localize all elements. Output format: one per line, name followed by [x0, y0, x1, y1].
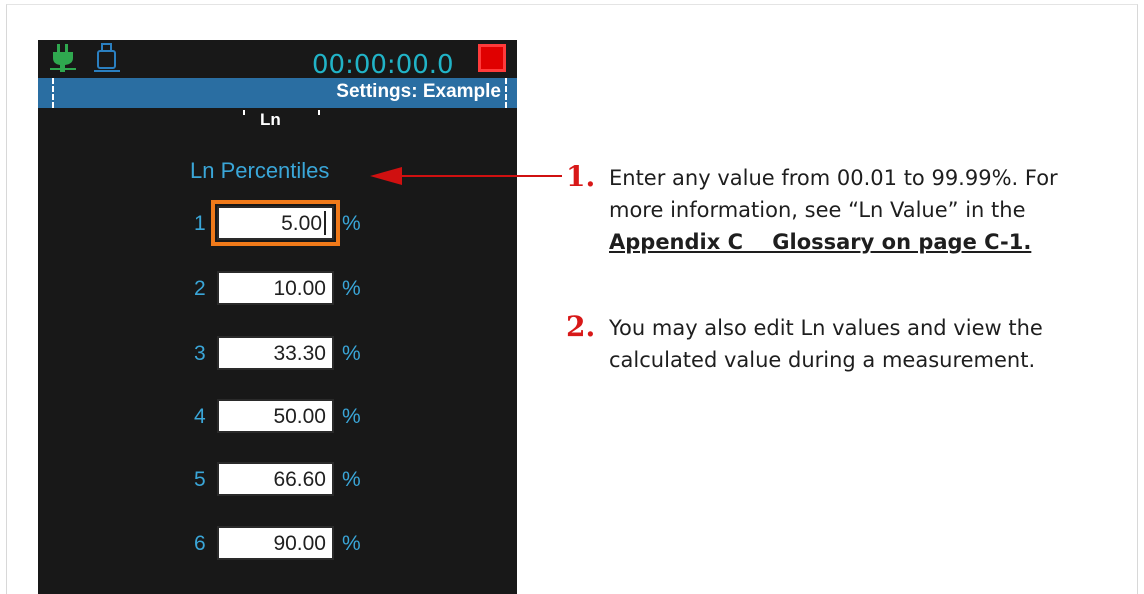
callout-text: Enter any value from 00.01 to 99.99%. Fo…	[609, 162, 1139, 258]
row-index: 4	[194, 405, 206, 428]
device-screen: 00:00:00.0 Settings: Example Ln Ln Perce…	[38, 40, 517, 594]
percentile-row: 2 10.00 %	[38, 269, 517, 309]
title-bar: Settings: Example	[38, 78, 517, 108]
percentile-row: 5 66.60 %	[38, 460, 517, 500]
percentile-input[interactable]: 33.30	[217, 336, 334, 370]
row-index: 2	[194, 277, 206, 300]
percent-unit: %	[342, 405, 361, 428]
callout-text: You may also edit Ln values and view the…	[609, 312, 1139, 376]
percentile-input[interactable]: 10.00	[217, 271, 334, 305]
percentile-input[interactable]: 66.60	[217, 462, 334, 496]
text-cursor	[324, 210, 326, 235]
status-bar: 00:00:00.0	[38, 40, 517, 80]
percentile-row: 3 33.30 %	[38, 334, 517, 374]
callout-line: more information, see “Ln Value” in the	[609, 198, 1026, 222]
percentile-row: 1 5.00 %	[38, 200, 517, 246]
page-title: Settings: Example	[336, 81, 501, 102]
percent-unit: %	[342, 342, 361, 365]
row-index: 5	[194, 468, 206, 491]
tab-tick-right	[318, 110, 320, 115]
tab-row: Ln	[38, 108, 517, 134]
callout-number: 1.	[566, 160, 596, 193]
tab-ln[interactable]: Ln	[260, 110, 281, 130]
callout-line: calculated value during a measurement.	[609, 348, 1036, 372]
tab-tick-left	[243, 110, 245, 115]
record-stop-button[interactable]	[478, 44, 506, 72]
percentile-row: 4 50.00 %	[38, 397, 517, 437]
percent-unit: %	[342, 212, 361, 235]
percentile-input[interactable]: 50.00	[217, 399, 334, 433]
left-dashed-divider	[52, 78, 54, 108]
row-index: 1	[194, 212, 206, 235]
usb-icon	[94, 42, 120, 79]
callout-arrow-line	[398, 175, 562, 177]
callout-number: 2.	[566, 310, 596, 343]
row-index: 6	[194, 532, 206, 555]
callout-arrow-head	[370, 167, 402, 185]
percent-unit: %	[342, 468, 361, 491]
glossary-link[interactable]: Appendix C Glossary on page C-1.	[609, 226, 1139, 258]
callout-line: You may also edit Ln values and view the	[609, 316, 1043, 340]
percentile-row: 6 90.00 %	[38, 524, 517, 564]
percentile-input[interactable]: 90.00	[217, 526, 334, 560]
elapsed-timer: 00:00:00.0	[312, 50, 454, 80]
input-value: 5.00	[281, 212, 322, 235]
percent-unit: %	[342, 532, 361, 555]
row-index: 3	[194, 342, 206, 365]
percentile-input[interactable]: 5.00	[211, 200, 340, 246]
section-title: Ln Percentiles	[190, 158, 330, 183]
percent-unit: %	[342, 277, 361, 300]
right-dashed-divider	[505, 78, 507, 108]
callout-line: Enter any value from 00.01 to 99.99%. Fo…	[609, 166, 1058, 190]
power-plug-icon	[50, 44, 76, 77]
